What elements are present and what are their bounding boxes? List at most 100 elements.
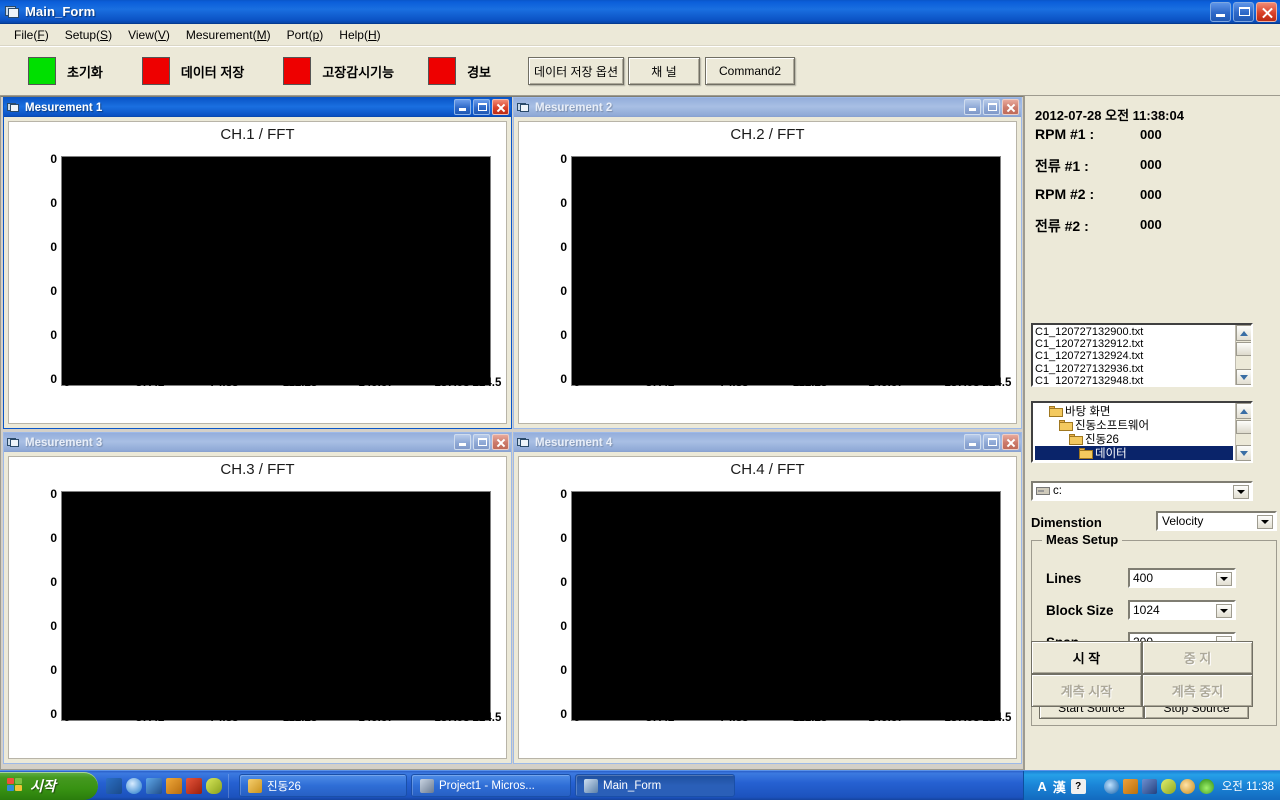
ime-alpha-indicator[interactable]: A (1037, 779, 1046, 794)
menu-setup[interactable]: Setup(S) (57, 26, 120, 44)
plot-area-2[interactable] (571, 156, 1001, 386)
minimize-button[interactable] (454, 434, 471, 450)
plot-area-4[interactable] (571, 491, 1001, 721)
chevron-down-icon[interactable] (1257, 515, 1273, 529)
child-titlebar-2: Mesurement 2 (514, 98, 1021, 117)
lines-combobox[interactable]: 400 (1128, 568, 1236, 588)
dimension-combobox[interactable]: Velocity (1156, 511, 1277, 531)
status-lamp-init[interactable] (28, 57, 56, 85)
status-lamp-alarm[interactable] (428, 57, 457, 85)
y-tick: 0 (50, 619, 57, 633)
internet-explorer-icon[interactable] (126, 777, 142, 794)
ime-hanja-indicator[interactable]: 漢 (1053, 777, 1066, 796)
maximize-button[interactable] (1233, 2, 1254, 22)
measure-stop-button[interactable]: 계측 중지 (1142, 674, 1253, 707)
network-icon[interactable] (1141, 778, 1157, 794)
taskbar-item-project1[interactable]: Project1 - Micros... (411, 774, 571, 797)
volume-icon[interactable] (1103, 778, 1119, 794)
scroll-up-icon[interactable] (1236, 325, 1251, 341)
menu-mesurement[interactable]: Mesurement(M) (178, 26, 279, 44)
system-tray: A 漢 ? 오전 11:38 (1023, 771, 1280, 800)
menu-help[interactable]: Help(H) (331, 26, 388, 44)
taskbar-clock[interactable]: 오전 11:38 (1222, 778, 1274, 794)
tree-item[interactable]: 진동소프트웨어 (1035, 418, 1233, 432)
ime-help-icon[interactable]: ? (1070, 778, 1086, 794)
scroll-down-icon[interactable] (1236, 369, 1251, 385)
start-button[interactable]: 시 작 (1031, 641, 1142, 674)
child-window-mesurement-2[interactable]: Mesurement 2 CH.2 / FFT 0 0 0 0 0 0 0 37… (513, 97, 1022, 429)
taskbar-item-main-form[interactable]: Main_Form (575, 774, 735, 797)
file-list-scrollbar[interactable] (1235, 325, 1251, 385)
stop-button[interactable]: 중 지 (1142, 641, 1253, 674)
command2-button[interactable]: Command2 (705, 57, 795, 85)
child-window-mesurement-1[interactable]: Mesurement 1 CH.1 / FFT 0 0 0 0 0 0 0 37… (3, 97, 512, 429)
update-icon[interactable] (1179, 778, 1195, 794)
plot-area-3[interactable] (61, 491, 491, 721)
plot-area-1[interactable] (61, 156, 491, 386)
close-button[interactable] (492, 434, 509, 450)
measure-start-button[interactable]: 계측 시작 (1031, 674, 1142, 707)
monitor-icon[interactable] (1122, 778, 1138, 794)
scroll-up-icon[interactable] (1236, 403, 1251, 419)
block-size-combobox[interactable]: 1024 (1128, 600, 1236, 620)
form-icon (517, 101, 531, 114)
scrollbar-thumb[interactable] (1236, 342, 1251, 356)
close-button[interactable] (1256, 2, 1277, 22)
maximize-button[interactable] (473, 99, 490, 115)
maximize-button[interactable] (473, 434, 490, 450)
list-item[interactable]: C1_120727132912.txt (1035, 338, 1233, 350)
maximize-button[interactable] (983, 434, 1000, 450)
minimize-button[interactable] (454, 99, 471, 115)
x-tick: 74.83 (719, 712, 749, 724)
x-tick: 112.25 (282, 712, 318, 724)
menu-port[interactable]: Port(p) (279, 26, 332, 44)
drive-combobox[interactable]: c: (1031, 481, 1253, 501)
file-listbox[interactable]: C1_120727132900.txt C1_120727132912.txt … (1031, 323, 1253, 387)
list-item[interactable]: C1_120727132900.txt (1035, 326, 1233, 338)
calculator-icon[interactable] (166, 777, 182, 794)
antivirus-icon[interactable] (186, 777, 202, 794)
scrollbar-thumb[interactable] (1236, 420, 1251, 434)
outlook-icon[interactable] (106, 777, 122, 794)
chevron-down-icon[interactable] (1216, 572, 1232, 586)
minimize-button[interactable] (964, 434, 981, 450)
scroll-down-icon[interactable] (1236, 445, 1251, 461)
child-window-mesurement-3[interactable]: Mesurement 3 CH.3 / FFT 0 0 0 0 0 0 0 37… (3, 432, 512, 764)
list-item[interactable]: C1_120727132936.txt (1035, 363, 1233, 375)
chevron-down-icon[interactable] (1233, 485, 1249, 499)
y-tick: 0 (560, 372, 567, 386)
x-tick: 0 (573, 712, 581, 724)
status-lamp-save[interactable] (141, 57, 170, 85)
close-button[interactable] (492, 99, 509, 115)
status-lamp-fault[interactable] (283, 57, 312, 85)
pill-icon[interactable] (1160, 778, 1176, 794)
child-window-mesurement-4[interactable]: Mesurement 4 CH.4 / FFT 0 0 0 0 0 0 0 37… (513, 432, 1022, 764)
tree-item[interactable]: 진동26 (1035, 432, 1233, 446)
directory-treeview[interactable]: 바탕 화면 진동소프트웨어 진동26 데이터 (1031, 401, 1253, 463)
taskbar-item-folder[interactable]: 진동26 (239, 774, 407, 797)
list-item[interactable]: C1_120727132924.txt (1035, 350, 1233, 362)
tree-item[interactable]: 바탕 화면 (1035, 404, 1233, 418)
ime-options-icon[interactable] (1090, 779, 1100, 794)
lamp-group-alarm: 경보 (428, 57, 491, 85)
y-tick: 0 (50, 487, 57, 501)
close-button[interactable] (1002, 99, 1019, 115)
tree-item-selected[interactable]: 데이터 (1035, 446, 1233, 460)
data-save-options-button[interactable]: 데이터 저장 옵션 (528, 57, 624, 85)
pill-tool-icon[interactable] (206, 777, 222, 794)
chevron-down-icon[interactable] (1216, 604, 1232, 618)
list-item[interactable]: C1_120727132948.txt (1035, 375, 1233, 385)
close-button[interactable] (1002, 434, 1019, 450)
menu-file[interactable]: File(F) (6, 26, 57, 44)
wireless-icon[interactable] (1198, 778, 1214, 794)
menu-view[interactable]: View(V) (120, 26, 178, 44)
y-tick: 0 (560, 575, 567, 589)
minimize-button[interactable] (964, 99, 981, 115)
maximize-button[interactable] (983, 99, 1000, 115)
x-tick: 37.42 (645, 377, 675, 389)
directory-tree-scrollbar[interactable] (1235, 403, 1251, 461)
channel-button[interactable]: 채 널 (628, 57, 700, 85)
minimize-button[interactable] (1210, 2, 1231, 22)
start-button-taskbar[interactable]: 시작 (0, 771, 98, 800)
media-player-icon[interactable] (146, 777, 162, 794)
